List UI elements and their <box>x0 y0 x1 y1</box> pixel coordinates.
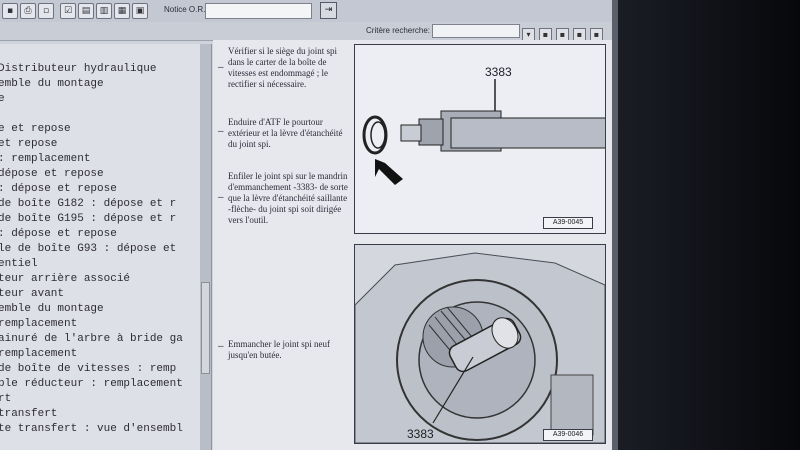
toc-item[interactable]: entiel <box>0 257 38 271</box>
toolbar: ▪ ⎙ ▫ ☑ ▤ ▥ ▦ ▣ Notice O.R. ⇥ <box>0 0 618 23</box>
toc-item[interactable]: : dépose et repose <box>0 227 117 241</box>
search-label: Critère recherche: <box>366 26 431 35</box>
toolbar-button-7[interactable]: ▦ <box>114 3 130 19</box>
toc-item[interactable]: emble du montage <box>0 302 104 316</box>
toc-item[interactable]: teur avant <box>0 287 64 301</box>
part-number-label: 3383 <box>407 427 434 441</box>
gearbox-illustration <box>354 245 606 444</box>
toc-item[interactable]: ainuré de l'arbre à bride ga <box>0 332 183 346</box>
search-bar: Critère recherche: ▾▪▪▪▪▪ <box>0 22 618 59</box>
toc-item[interactable]: dépose et repose <box>0 167 104 181</box>
monitor-bezel <box>618 0 800 450</box>
instruction-3: Enfiler le joint spi sur le mandrin d'em… <box>228 171 348 225</box>
toc-item[interactable]: transfert <box>0 407 57 421</box>
toc-item[interactable]: e et repose <box>0 122 71 136</box>
instruction-4: Emmancher le joint spi neuf jusqu'en but… <box>228 339 330 360</box>
notice-input[interactable] <box>205 3 312 19</box>
instruction-1: Vérifier si le siège du joint spi dans l… <box>228 46 337 89</box>
checkbox-icon[interactable]: ☑ <box>60 3 76 19</box>
toolbar-button-1[interactable]: ▪ <box>2 3 18 19</box>
figure-2: 3383 A39-0046 <box>354 244 606 444</box>
toolbar-button-6[interactable]: ▥ <box>96 3 112 19</box>
toc-item[interactable]: de boîte G182 : dépose et r <box>0 197 176 211</box>
table-of-contents: Distributeur hydraulique emble du montag… <box>0 44 201 450</box>
manual-window: ▪ ⎙ ▫ ☑ ▤ ▥ ▦ ▣ Notice O.R. ⇥ Critère re… <box>0 0 618 450</box>
toc-item[interactable]: : remplacement <box>0 152 90 166</box>
bullet-dash: – <box>218 62 224 73</box>
print-icon[interactable]: ⎙ <box>20 3 36 19</box>
bullet-dash: – <box>218 341 224 352</box>
toolbar-button-3[interactable]: ▫ <box>38 3 54 19</box>
figure-1: 3383 A39-0045 <box>354 44 607 234</box>
toolbar-button-5[interactable]: ▤ <box>78 3 94 19</box>
instruction-2: Enduire d'ATF le pourtour extérieur et l… <box>228 117 343 149</box>
toc-item[interactable]: : dépose et repose <box>0 182 117 196</box>
toc-item[interactable]: te transfert : vue d'ensembl <box>0 422 183 436</box>
toc-item[interactable]: remplacement <box>0 347 77 361</box>
toc-item[interactable]: rt <box>0 392 11 406</box>
search-input[interactable] <box>432 24 520 38</box>
toc-item[interactable]: teur arrière associé <box>0 272 130 286</box>
toolbar-button-8[interactable]: ▣ <box>132 3 148 19</box>
figure-ref-label: A39-0045 <box>543 217 593 229</box>
toc-item[interactable]: de boîte de vitesses : remp <box>0 362 176 376</box>
toc-item[interactable]: le de boîte G93 : dépose et <box>0 242 176 256</box>
go-icon[interactable]: ⇥ <box>320 2 337 19</box>
toc-item[interactable]: Distributeur hydraulique <box>0 62 156 76</box>
bullet-dash: – <box>218 192 224 203</box>
toc-item[interactable]: de boîte G195 : dépose et r <box>0 212 176 226</box>
tree-scrollbar[interactable] <box>200 44 212 450</box>
toc-item[interactable]: remplacement <box>0 317 77 331</box>
part-number-label: 3383 <box>485 65 512 79</box>
bullet-dash: – <box>218 126 224 137</box>
toc-item[interactable]: et repose <box>0 137 57 151</box>
seal-mandrel-illustration <box>362 79 607 185</box>
figure-ref-label: A39-0046 <box>543 429 593 441</box>
notice-label: Notice O.R. <box>164 5 206 14</box>
toc-item[interactable]: e <box>0 92 5 106</box>
scrollbar-thumb[interactable] <box>201 282 210 374</box>
toc-item[interactable]: ple réducteur : remplacement <box>0 377 183 391</box>
toc-item[interactable]: emble du montage <box>0 77 104 91</box>
